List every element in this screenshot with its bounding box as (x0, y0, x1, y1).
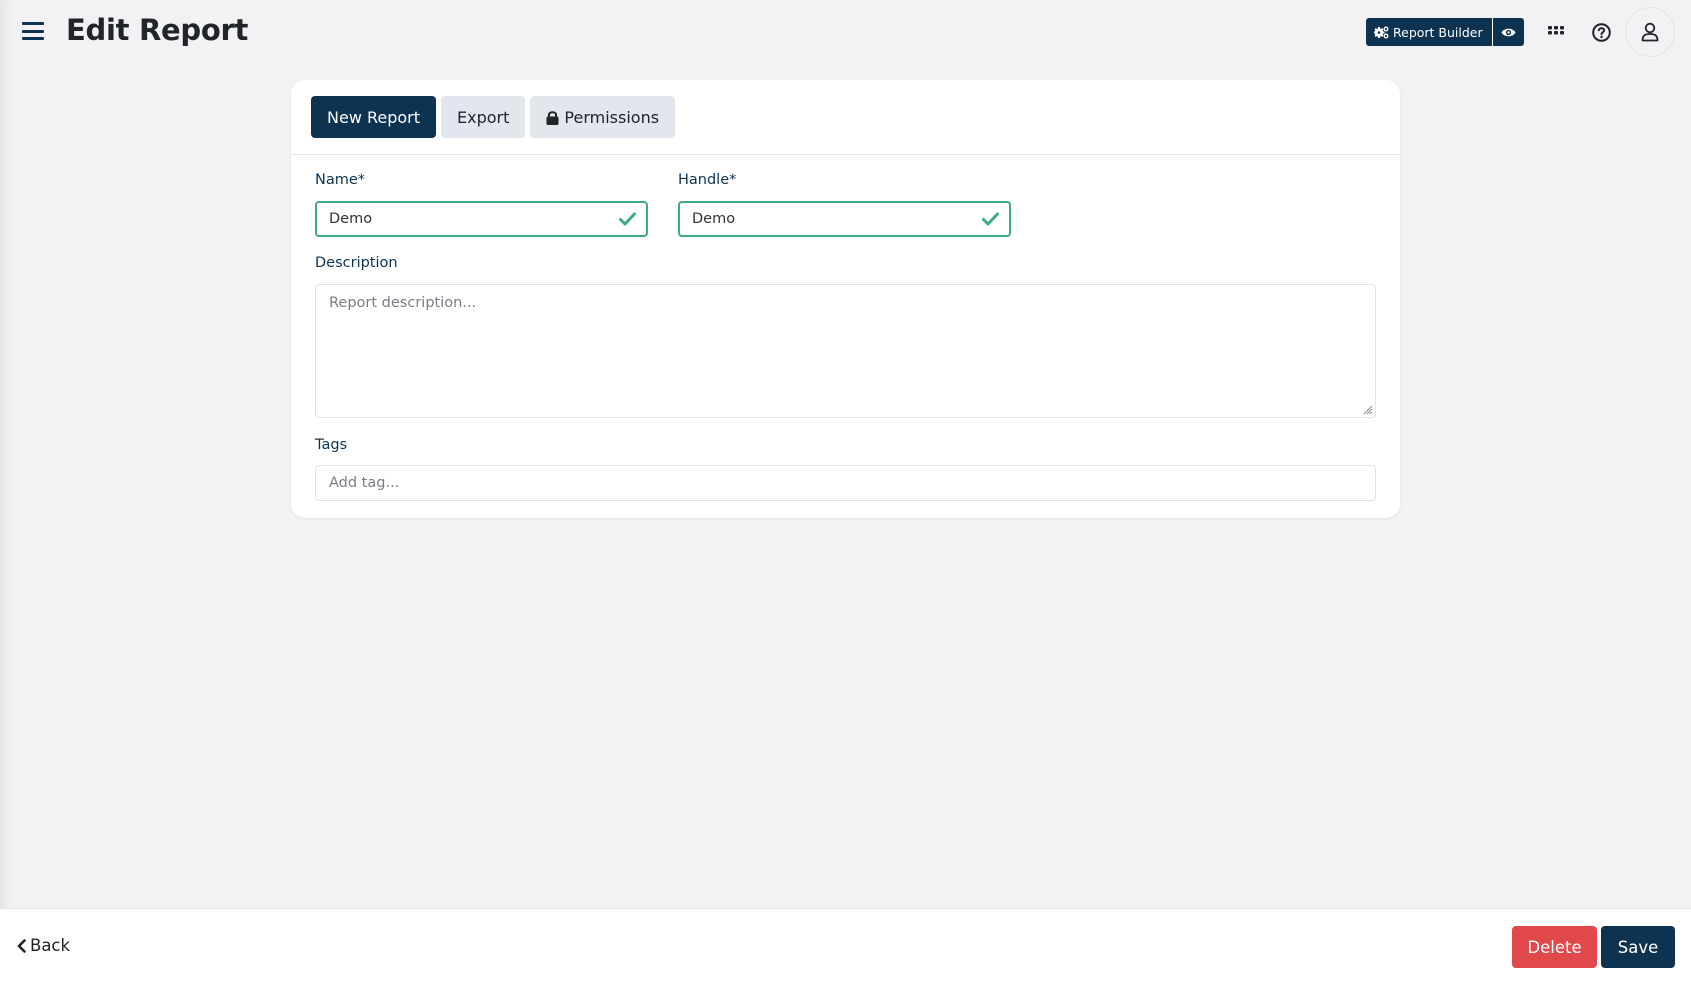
tags-input[interactable]: Add tag... (315, 465, 1376, 501)
tab-label: New Report (327, 107, 421, 127)
report-builder-button[interactable]: Report Builder (1366, 18, 1492, 46)
handle-label: Handle* (678, 172, 737, 188)
hamburger-icon-bar (22, 37, 44, 40)
handle-value: Demo (692, 211, 736, 227)
eye-icon (1501, 28, 1516, 36)
report-form-card: New Report Export Permissions Name* Demo… (291, 80, 1400, 518)
description-label: Description (315, 255, 398, 271)
back-label: Back (30, 936, 71, 955)
tags-label: Tags (315, 437, 348, 453)
description-textarea[interactable]: Report description... (315, 284, 1376, 418)
check-icon (982, 212, 999, 226)
tab-bar: New Report Export Permissions (311, 96, 676, 138)
user-avatar-button[interactable] (1625, 7, 1675, 57)
tab-export[interactable]: Export (441, 96, 526, 138)
tab-label: Permissions (564, 107, 660, 127)
gears-icon (1374, 26, 1389, 38)
tab-divider (291, 154, 1400, 155)
user-icon (1641, 22, 1659, 42)
name-value: Demo (329, 211, 373, 227)
hamburger-icon-bar (22, 22, 44, 25)
description-placeholder: Report description... (329, 295, 477, 311)
help-button[interactable] (1587, 18, 1615, 46)
handle-input[interactable]: Demo (678, 201, 1011, 237)
tab-new-report[interactable]: New Report (311, 96, 437, 138)
check-icon (619, 212, 636, 226)
question-circle-icon (1591, 22, 1611, 42)
hamburger-menu-button[interactable] (22, 22, 44, 42)
hamburger-icon-bar (22, 29, 44, 33)
resize-handle-icon[interactable] (1363, 405, 1373, 415)
save-button[interactable]: Save (1601, 926, 1675, 968)
tab-label: Export (457, 107, 510, 127)
delete-button[interactable]: Delete (1512, 926, 1597, 968)
grid-icon (1548, 26, 1564, 35)
lock-icon (546, 110, 559, 125)
name-label: Name* (315, 172, 366, 188)
tab-permissions[interactable]: Permissions (530, 96, 676, 138)
report-builder-label: Report Builder (1393, 24, 1483, 40)
chevron-left-icon (17, 938, 26, 953)
preview-button[interactable] (1491, 18, 1524, 46)
footer-bar: Back Delete Save (0, 908, 1691, 983)
tags-placeholder: Add tag... (329, 475, 400, 491)
report-builder-group: Report Builder (1366, 18, 1524, 46)
name-input[interactable]: Demo (315, 201, 648, 237)
apps-button[interactable] (1542, 18, 1570, 46)
page-title: Edit Report (66, 13, 249, 47)
back-button[interactable]: Back (17, 936, 70, 955)
